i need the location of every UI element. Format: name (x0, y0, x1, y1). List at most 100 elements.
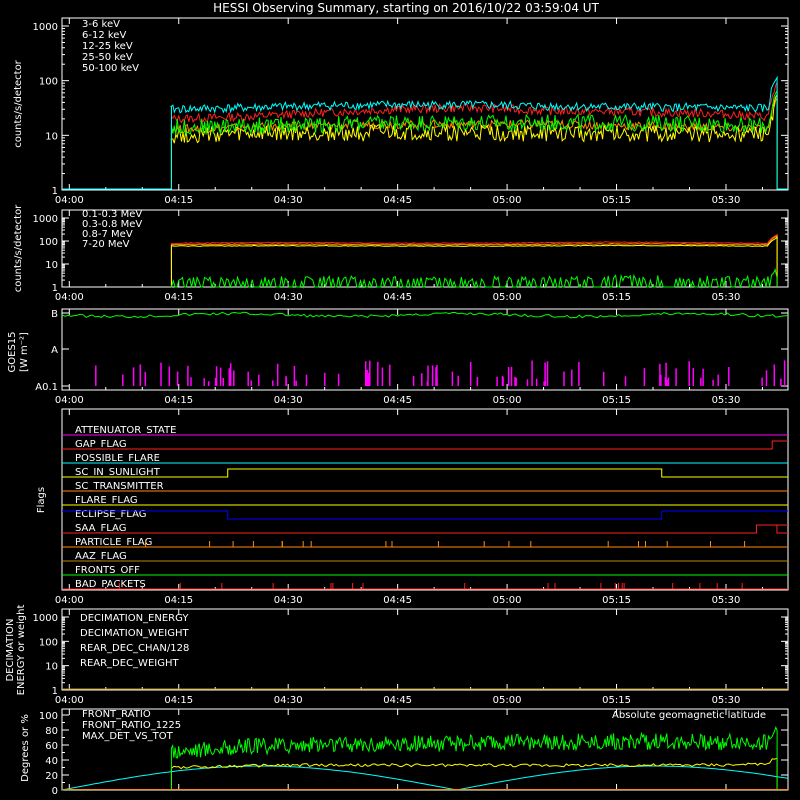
chart-title: HESSI Observing Summary, starting on 201… (213, 1, 599, 15)
x-tick-label: 04:15 (164, 195, 193, 206)
panel-frame (61, 408, 789, 591)
series-line (61, 311, 789, 319)
panel-6: 0 20 40 60 80 100 Degrees or % FRONT_RATIOFRONT… (20, 708, 789, 797)
x-tick-label: 04:45 (383, 695, 412, 706)
x-tick-label: 04:30 (274, 595, 303, 606)
x-tick-label: 04:45 (383, 395, 412, 406)
series-line (62, 92, 788, 190)
x-tick-label: 05:15 (602, 395, 631, 406)
flag-label: SAA_FLAG (75, 523, 126, 534)
y-axis-label: Flags (36, 487, 47, 513)
y-tick-label: 1000 (33, 613, 58, 624)
legend-entry: 6-12 keV (82, 30, 126, 41)
x-tick-label: 04:00 (55, 395, 84, 406)
flag-line (62, 440, 788, 450)
panel-frame (61, 209, 789, 288)
x-tick-label: 04:00 (55, 292, 84, 303)
panel-1: 04:00 04:15 04:30 04:45 05:00 05:15 05:30 1 10 10… (13, 17, 789, 206)
x-tick-label: 05:30 (712, 292, 741, 303)
y-tick-label: 0 (52, 786, 58, 797)
y-tick-label: 1 (52, 186, 58, 197)
x-tick-label: 05:15 (602, 595, 631, 606)
y-tick-label: 10 (45, 662, 58, 673)
x-tick-label: 04:15 (164, 395, 193, 406)
legend-entry: FRONT_RATIO (82, 709, 151, 720)
legend-entry: 3-6 keV (82, 19, 120, 30)
y-tick-label: 1 (52, 283, 58, 294)
x-tick-label: 04:15 (164, 292, 193, 303)
y-tick-label: 60 (45, 741, 58, 752)
hessi-summary-chart: HESSI Observing Summary, starting on 201… (5, 1, 789, 797)
y-tick-label: 40 (45, 756, 58, 767)
y-axis-label: counts/s/detector (13, 59, 24, 147)
series-line (61, 765, 789, 791)
flag-label: BAD_PACKETS (75, 579, 146, 590)
legend-entry: REAR_DEC_CHAN/128 (80, 643, 189, 654)
legend-entry: DECIMATION_ENERGY (80, 613, 189, 624)
flag-label: AAZ_FLAG (75, 551, 127, 562)
x-tick-label: 05:15 (602, 695, 631, 706)
legend-entry: 50-100 keV (82, 63, 139, 74)
series-spikes (95, 360, 786, 386)
x-tick-label: 05:00 (493, 195, 522, 206)
y-tick-label: A (51, 345, 58, 356)
x-tick-label: 05:30 (712, 595, 741, 606)
y-tick-label: 100 (39, 711, 58, 722)
flag-line (62, 468, 788, 478)
x-tick-label: 05:00 (493, 595, 522, 606)
legend-entry: 12-25 keV (82, 41, 133, 52)
series-line (170, 757, 778, 791)
x-tick-label: 05:30 (712, 395, 741, 406)
x-tick-label: 04:00 (55, 195, 84, 206)
y-axis-label: counts/s/detector (13, 204, 24, 292)
flag-label: ATTENUATOR_STATE (75, 425, 176, 436)
y-axis-label-units: [W m⁻²] (19, 332, 30, 372)
panels-group: 04:00 04:15 04:30 04:45 05:00 05:15 05:3011010… (5, 17, 789, 797)
y-tick-label: 10 (45, 131, 58, 142)
y-tick-label: A0.1 (35, 382, 58, 393)
y-axis-label: Degrees or % (20, 714, 31, 782)
annotation: Absolute geomagnetic latitude (612, 710, 766, 721)
panel-frame (61, 308, 789, 391)
series-line (62, 82, 788, 190)
x-tick-label: 04:30 (274, 695, 303, 706)
x-tick-label: 04:15 (164, 695, 193, 706)
y-tick-label: 1 (52, 686, 58, 697)
x-tick-label: 04:45 (383, 292, 412, 303)
y-tick-label: 1000 (33, 22, 58, 33)
legend-entry: DECIMATION_WEIGHT (80, 628, 189, 639)
x-tick-label: 04:30 (274, 292, 303, 303)
legend-entry: MAX_DET_VS_TOT (82, 731, 174, 742)
x-tick-label: 05:30 (712, 695, 741, 706)
flag-label: FRONTS_OFF (75, 565, 140, 576)
x-tick-label: 05:00 (493, 292, 522, 303)
series-line (170, 233, 778, 288)
flag-label: GAP_FLAG (75, 439, 127, 450)
panel-2: 04:00 04:15 04:30 04:45 05:00 05:15 05:30 1 10 10… (13, 204, 789, 303)
x-tick-label: 05:00 (493, 395, 522, 406)
y-tick-label: 100 (39, 637, 58, 648)
x-tick-label: 05:15 (602, 195, 631, 206)
legend-entry: REAR_DEC_WEIGHT (80, 658, 179, 669)
panel-4: 04:00 04:15 04:30 04:45 05:00 05:15 05:30 Flags… (36, 408, 789, 606)
legend-entry: 7-20 MeV (82, 239, 130, 250)
x-tick-label: 04:30 (274, 195, 303, 206)
flag-line (62, 541, 788, 548)
y-tick-label: 100 (39, 77, 58, 88)
y-tick-label: 1000 (33, 214, 58, 225)
series-line (62, 97, 788, 190)
y-tick-label: 100 (39, 237, 58, 248)
flag-label: SC_IN_SUNLIGHT (75, 467, 161, 478)
flag-label: PARTICLE_FLAG (75, 537, 152, 548)
x-tick-label: 05:15 (602, 292, 631, 303)
series-line (170, 725, 778, 791)
x-tick-label: 04:45 (383, 195, 412, 206)
x-tick-label: 04:15 (164, 595, 193, 606)
x-tick-label: 04:45 (383, 595, 412, 606)
x-tick-label: 04:30 (274, 395, 303, 406)
flag-line (62, 510, 788, 520)
flag-line (62, 583, 788, 590)
y-tick-label: 10 (45, 260, 58, 271)
x-tick-label: 04:00 (55, 695, 84, 706)
y-axis-label: DECIMATION (5, 618, 16, 681)
